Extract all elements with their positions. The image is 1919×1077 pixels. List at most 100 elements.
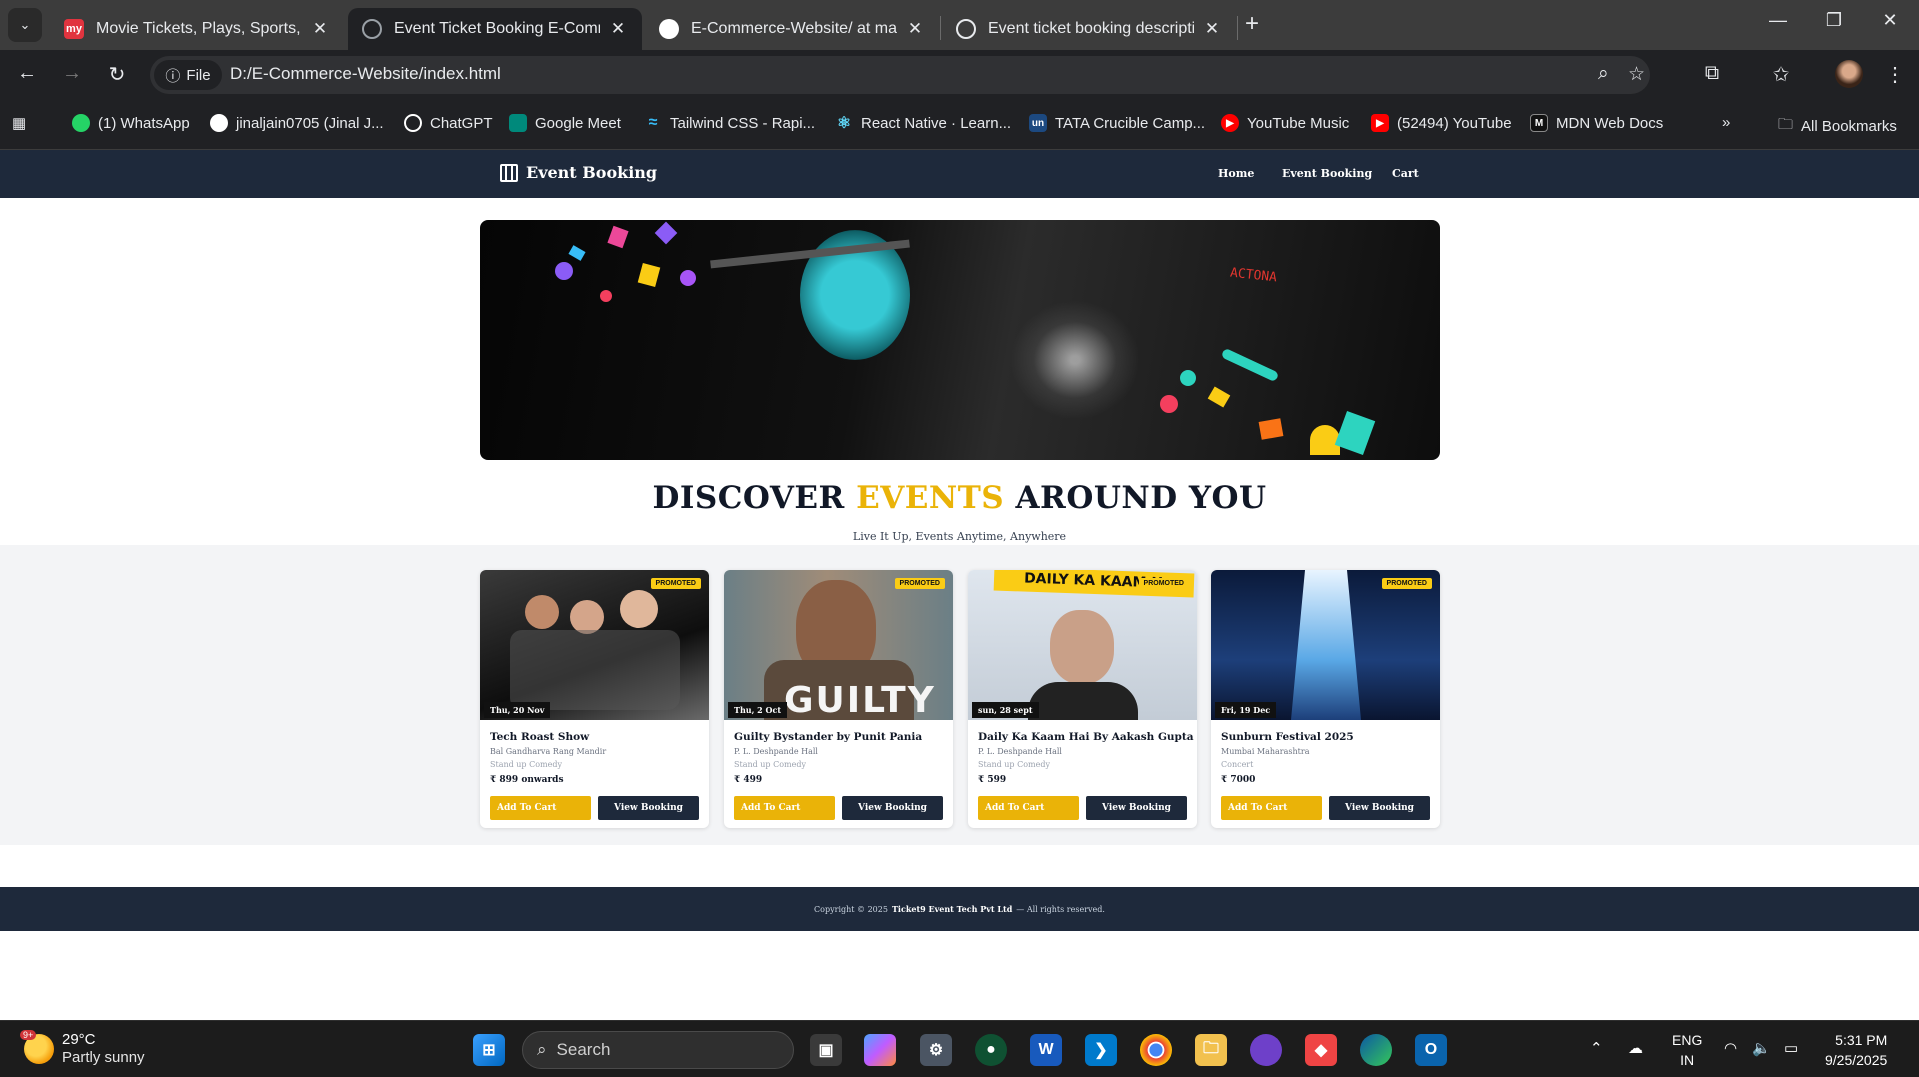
nav-home[interactable]: Home [1218, 167, 1254, 180]
event-card[interactable]: GUILTY PROMOTED Thu, 2 Oct Guilty Bystan… [724, 570, 953, 828]
bookmark-tata-crucible[interactable]: un TATA Crucible Camp... [1029, 114, 1205, 132]
address-bar[interactable]: ⓘ File D:/E-Commerce-Website/index.html … [150, 56, 1650, 94]
close-icon[interactable]: ✕ [310, 19, 330, 39]
site-brand[interactable]: Event Booking [500, 163, 657, 182]
event-venue: P. L. Deshpande Hall [978, 747, 1062, 756]
settings-gear-icon[interactable]: ⚙ [920, 1034, 952, 1066]
close-icon[interactable]: ✕ [608, 19, 628, 39]
bookmark-react-native[interactable]: ⚛ React Native · Learn... [835, 114, 1011, 133]
task-view-icon[interactable]: ▣ [810, 1034, 842, 1066]
event-date: Thu, 2 Oct [728, 702, 788, 718]
chevron-up-icon[interactable]: ⌃ [1590, 1039, 1603, 1057]
bookmark-tailwind[interactable]: ≈ Tailwind CSS - Rapi... [644, 114, 815, 132]
weather-temp: 29°C [62, 1031, 96, 1048]
tab-divider [1237, 16, 1238, 40]
event-card[interactable]: DAILY KA KAAM H PROMOTED sun, 28 sept Da… [968, 570, 1197, 828]
zoom-icon[interactable]: ⌕ [1598, 63, 1609, 85]
windows-start-icon[interactable]: ⊞ [473, 1034, 505, 1066]
event-card[interactable]: PROMOTED Fri, 19 Dec Sunburn Festival 20… [1211, 570, 1440, 828]
partly-sunny-icon: 9+ [20, 1030, 54, 1064]
promoted-badge: PROMOTED [1138, 578, 1189, 589]
window-close-icon[interactable]: ✕ [1870, 10, 1910, 31]
copilot-icon[interactable] [864, 1034, 896, 1066]
add-to-cart-button[interactable]: Add To Cart [1221, 796, 1322, 820]
bookmarks-overflow-icon[interactable]: » [1722, 114, 1730, 131]
tab-search-button[interactable]: ⌄ [8, 8, 42, 42]
github-icon [210, 114, 228, 132]
bookmark-whatsapp[interactable]: (1) WhatsApp [72, 114, 190, 132]
event-venue: P. L. Deshpande Hall [734, 747, 818, 756]
reload-icon[interactable]: ↻ [102, 62, 132, 87]
view-booking-button[interactable]: View Booking [842, 796, 943, 820]
taskbar-search[interactable]: ⌕ Search [522, 1031, 794, 1069]
add-to-cart-button[interactable]: Add To Cart [734, 796, 835, 820]
onedrive-icon[interactable]: ☁ [1628, 1039, 1643, 1057]
mongodb-compass-icon[interactable]: ● [975, 1034, 1007, 1066]
extensions-icon[interactable]: ⧉ [1697, 62, 1727, 85]
tab-movie-tickets[interactable]: my Movie Tickets, Plays, Sports, Eve ✕ [50, 8, 344, 50]
event-price: ₹ 599 [978, 775, 1007, 785]
bookmark-chatgpt[interactable]: ChatGPT [404, 114, 493, 132]
close-icon[interactable]: ✕ [1202, 19, 1222, 39]
address-url[interactable]: D:/E-Commerce-Website/index.html [230, 64, 501, 84]
edge-icon[interactable] [1360, 1034, 1392, 1066]
menu-kebab-icon[interactable]: ⋮ [1880, 62, 1910, 87]
bookmark-youtube-music[interactable]: ▶ YouTube Music [1221, 114, 1349, 132]
view-booking-button[interactable]: View Booking [598, 796, 699, 820]
battery-icon[interactable]: ▭ [1784, 1039, 1798, 1057]
chrome-icon[interactable] [1140, 1034, 1172, 1066]
add-to-cart-button[interactable]: Add To Cart [490, 796, 591, 820]
weather-desc: Partly sunny [62, 1049, 145, 1066]
nav-event-booking[interactable]: Event Booking [1282, 167, 1372, 180]
add-to-cart-button[interactable]: Add To Cart [978, 796, 1079, 820]
system-clock[interactable]: 5:31 PM 9/25/2025 [1825, 1030, 1887, 1070]
wifi-icon[interactable]: ◠ [1724, 1039, 1737, 1057]
language-indicator[interactable]: ENG IN [1672, 1030, 1702, 1070]
event-card[interactable]: PROMOTED Thu, 20 Nov Tech Roast Show Bal… [480, 570, 709, 828]
event-image: DAILY KA KAAM H PROMOTED sun, 28 sept [968, 570, 1197, 720]
volume-icon[interactable]: 🔈 [1752, 1039, 1771, 1057]
event-image: GUILTY PROMOTED Thu, 2 Oct [724, 570, 953, 721]
unstop-icon: un [1029, 114, 1047, 132]
view-booking-button[interactable]: View Booking [1329, 796, 1430, 820]
bookmark-github[interactable]: jinaljain0705 (Jinal J... [210, 114, 384, 132]
tab-chatgpt[interactable]: Event ticket booking descriptio ✕ [942, 8, 1236, 50]
tab-github-repo[interactable]: E-Commerce-Website/ at main ✕ [645, 8, 939, 50]
apps-grid-icon[interactable]: ▦ [12, 114, 26, 132]
language-code: ENG [1672, 1032, 1703, 1048]
word-icon[interactable]: W [1030, 1034, 1062, 1066]
bookmark-google-meet[interactable]: Google Meet [509, 114, 621, 132]
confetti-graphic [680, 270, 696, 286]
star-icon[interactable]: ☆ [1628, 63, 1645, 86]
bookmark-mdn[interactable]: M MDN Web Docs [1530, 114, 1663, 132]
event-banner-text: GUILTY [784, 680, 936, 721]
back-arrow-icon[interactable]: ← [12, 62, 42, 85]
new-tab-button[interactable]: + [1245, 10, 1259, 38]
bookmarks-star-icon[interactable]: ✩ [1766, 62, 1796, 87]
anydesk-icon[interactable]: ◆ [1305, 1034, 1337, 1066]
event-genre: Stand up Comedy [734, 760, 806, 769]
weather-widget[interactable]: 9+ 29°C Partly sunny [20, 1030, 145, 1067]
nav-cart[interactable]: Cart [1392, 167, 1419, 180]
outlook-icon[interactable]: O [1415, 1034, 1447, 1066]
neon-sign: ACTONA [1229, 265, 1278, 286]
view-booking-button[interactable]: View Booking [1086, 796, 1187, 820]
github-desktop-icon[interactable] [1250, 1034, 1282, 1066]
close-icon[interactable]: ✕ [905, 19, 925, 39]
bookmark-label: ChatGPT [430, 114, 493, 132]
profile-avatar[interactable] [1835, 60, 1863, 88]
restore-icon[interactable]: ❐ [1814, 10, 1854, 31]
windows-taskbar: 9+ 29°C Partly sunny ⊞ ⌕ Search ▣ ⚙ ● W … [0, 1020, 1919, 1077]
forward-arrow-icon[interactable]: → [57, 62, 87, 85]
minimize-icon[interactable]: — [1758, 10, 1798, 31]
notification-badge: 9+ [20, 1030, 37, 1040]
site-info-chip[interactable]: ⓘ File [154, 60, 222, 90]
performer-graphic [1050, 610, 1114, 684]
vscode-icon[interactable]: ❯ [1085, 1034, 1117, 1066]
light-beam-graphic [1010, 300, 1140, 420]
bookmark-youtube[interactable]: ▶ (52494) YouTube [1371, 114, 1512, 132]
tab-event-ticket-booking[interactable]: Event Ticket Booking E-Comme ✕ [348, 8, 642, 50]
event-price: ₹ 7000 [1221, 775, 1256, 785]
all-bookmarks-folder[interactable]: 🗀 All Bookmarks [1778, 114, 1897, 139]
file-explorer-icon[interactable]: 🗀 [1195, 1034, 1227, 1066]
